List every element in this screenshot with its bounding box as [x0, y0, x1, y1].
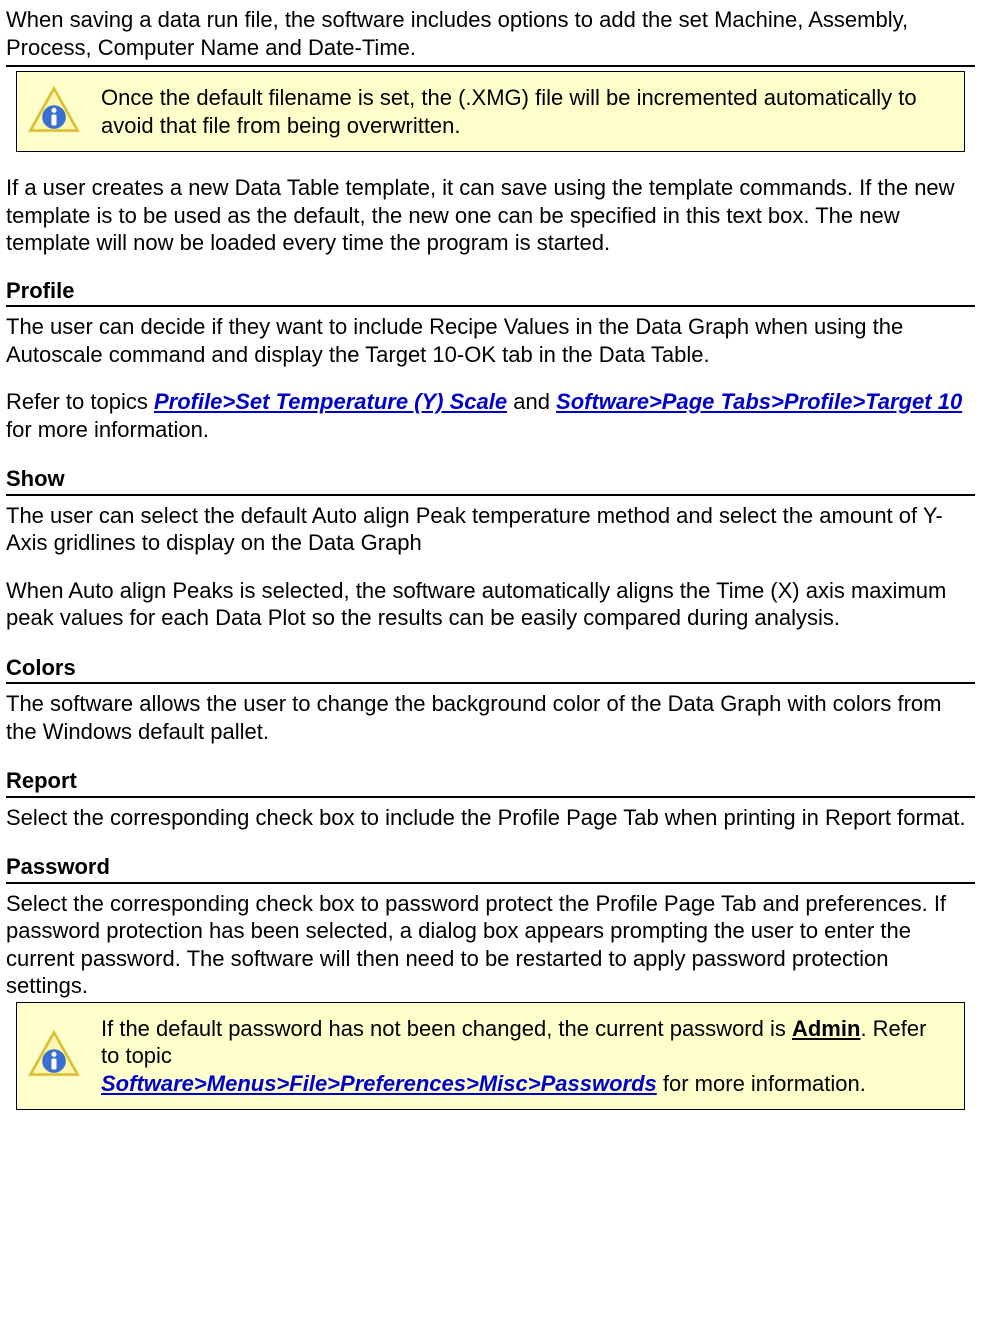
profile-refer: Refer to topics Profile>Set Temperature …: [6, 388, 975, 443]
profile-p1: The user can decide if they want to incl…: [6, 313, 975, 368]
template-paragraph: If a user creates a new Data Table templ…: [6, 174, 975, 257]
password-p1: Select the corresponding check box to pa…: [6, 890, 975, 1000]
section-report: Report Select the corresponding check bo…: [6, 767, 975, 831]
section-profile: Profile The user can decide if they want…: [6, 277, 975, 444]
heading-report: Report: [6, 767, 975, 798]
info-text: Once the default filename is set, the (.…: [101, 84, 950, 139]
heading-password: Password: [6, 853, 975, 884]
link-preferences-passwords[interactable]: Software>Menus>File>Preferences>Misc>Pas…: [101, 1071, 657, 1096]
link-software-page-tabs[interactable]: Software>Page Tabs>Profile>Target 10: [556, 389, 962, 414]
show-p1: The user can select the default Auto ali…: [6, 502, 975, 557]
text: for more information.: [6, 417, 209, 442]
heading-profile: Profile: [6, 277, 975, 308]
text: and: [507, 389, 556, 414]
heading-show: Show: [6, 465, 975, 496]
text: Refer to topics: [6, 389, 154, 414]
intro-paragraph: When saving a data run file, the softwar…: [6, 6, 975, 61]
password-default-value: Admin: [792, 1016, 860, 1041]
text: for more information.: [657, 1071, 866, 1096]
report-p1: Select the corresponding check box to in…: [6, 804, 975, 832]
info-box-filename: Once the default filename is set, the (.…: [16, 71, 965, 152]
link-profile-set-temp[interactable]: Profile>Set Temperature (Y) Scale: [154, 389, 507, 414]
colors-p1: The software allows the user to change t…: [6, 690, 975, 745]
info-icon: [27, 1029, 81, 1083]
show-p2: When Auto align Peaks is selected, the s…: [6, 577, 975, 632]
section-password: Password Select the corresponding check …: [6, 853, 975, 1000]
info-text: If the default password has not been cha…: [101, 1015, 950, 1098]
info-icon: [27, 85, 81, 139]
section-colors: Colors The software allows the user to c…: [6, 654, 975, 746]
info-box-password: If the default password has not been cha…: [16, 1002, 965, 1111]
heading-colors: Colors: [6, 654, 975, 685]
text: If the default password has not been cha…: [101, 1016, 792, 1041]
section-show: Show The user can select the default Aut…: [6, 465, 975, 632]
